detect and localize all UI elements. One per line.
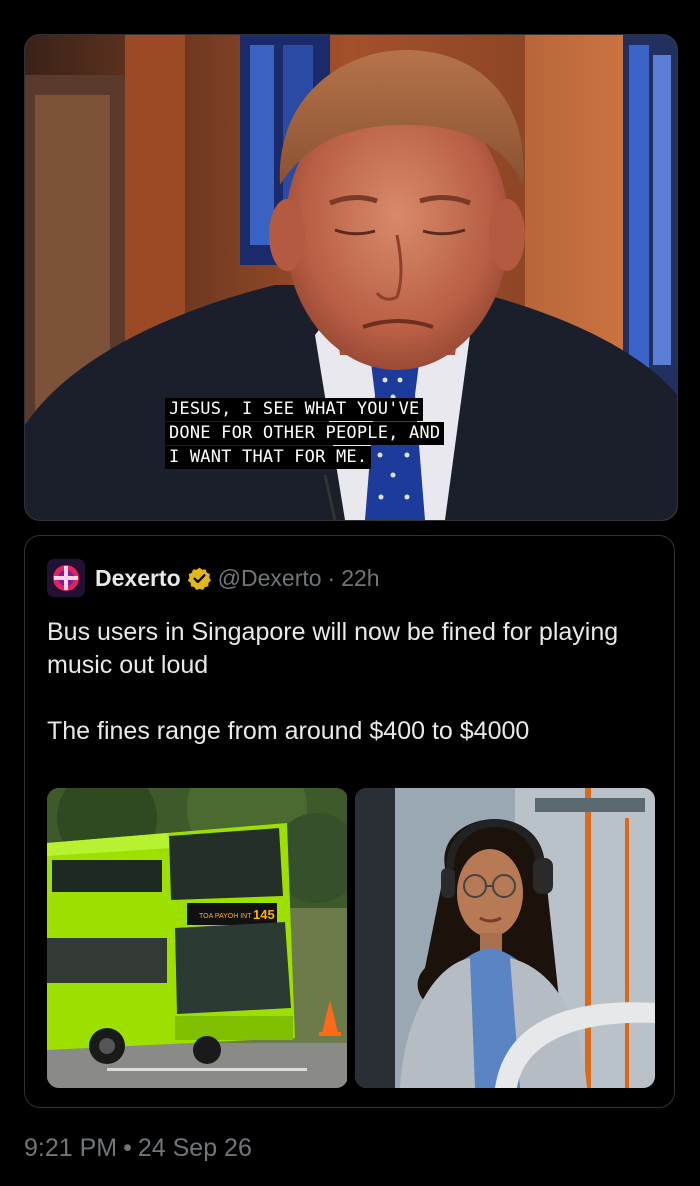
post-image-news-anchor[interactable]: JESUS, I SEE WHAT YOU'VE DONE FOR OTHER … [24, 34, 678, 521]
post-timestamp: 9:21 PM • 24 Sep 26 [24, 1134, 252, 1163]
header-separator: · [327, 564, 336, 591]
woman-with-headphones-illustration [354, 788, 655, 1088]
post-date: 24 Sep 26 [137, 1134, 252, 1162]
caption-line-2: DONE FOR OTHER PEOPLE, AND [165, 422, 445, 445]
post-text-paragraph-1: Bus users in Singapore will now be fined… [47, 618, 619, 679]
media-bus-photo[interactable]: TOA PAYOH INT 145 [47, 788, 348, 1088]
caption-line-1: JESUS, I SEE WHAT YOU'VE [165, 398, 424, 421]
author-handle[interactable]: @Dexerto [218, 565, 322, 592]
verified-gold-badge-icon [187, 566, 212, 591]
quoted-post-text: Bus users in Singapore will now be fined… [47, 616, 657, 748]
quoted-post-media-grid: TOA PAYOH INT 145 [47, 788, 655, 1088]
dexerto-logo-icon [47, 559, 85, 597]
quoted-post-card[interactable]: Dexerto @Dexerto · 22h Bus users in Sing… [24, 535, 675, 1108]
media-headphones-photo[interactable] [354, 788, 656, 1088]
timestamp-separator: • [123, 1134, 132, 1162]
bus-illustration: TOA PAYOH INT 145 [47, 788, 347, 1088]
quoted-post-header: Dexerto @Dexerto · 22h [47, 559, 380, 597]
post-detail-page: JESUS, I SEE WHAT YOU'VE DONE FOR OTHER … [0, 0, 700, 1186]
post-text-paragraph-2: The fines range from around $400 to $400… [47, 717, 530, 745]
post-time: 9:21 PM [24, 1134, 118, 1162]
bus-destination-sign: TOA PAYOH INT [199, 913, 252, 920]
avatar[interactable] [47, 559, 85, 597]
bus-route-number: 145 [253, 907, 275, 922]
author-display-name[interactable]: Dexerto [95, 565, 181, 592]
caption-line-3: I WANT THAT FOR ME. [165, 446, 372, 469]
subtitle-caption: JESUS, I SEE WHAT YOU'VE DONE FOR OTHER … [165, 397, 555, 469]
post-time-ago[interactable]: 22h [341, 565, 379, 592]
